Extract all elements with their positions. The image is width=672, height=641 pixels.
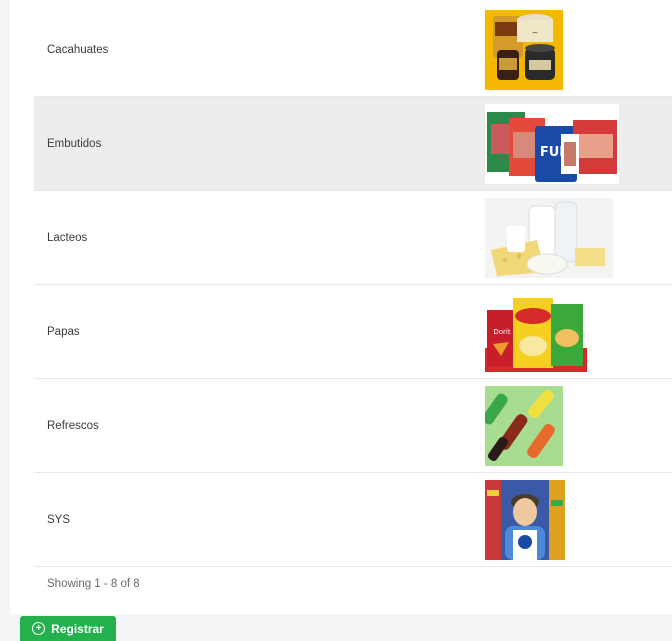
register-button-label: Registrar [51, 621, 104, 636]
category-name: Papas [47, 325, 80, 338]
cold-cuts-product-image: FUD [485, 104, 619, 184]
category-name: Refrescos [47, 419, 99, 432]
category-name: Embutidos [47, 137, 102, 150]
left-rail [0, 0, 10, 641]
svg-text:~: ~ [532, 28, 539, 37]
pagination-status: Showing 1 - 8 of 8 [47, 578, 140, 590]
plus-circle-icon: + [32, 622, 46, 635]
svg-text:Dorit: Dorit [493, 328, 510, 336]
table-row[interactable]: SYS [34, 473, 672, 567]
soda-product-image [485, 386, 563, 466]
table-row[interactable]: Refrescos [34, 379, 672, 473]
table-row[interactable]: Lacteos [34, 191, 672, 285]
category-name: Lacteos [47, 231, 88, 244]
mascot-product-image [485, 480, 565, 560]
chips-product-image: Dorit [485, 292, 587, 372]
register-button[interactable]: + Registrar [20, 616, 116, 641]
category-table: Cacahuates ~ Embutidos FUD Lacteos Papas… [10, 0, 672, 614]
peanuts-product-image: ~ [485, 10, 563, 90]
category-name: SYS [47, 513, 71, 526]
dairy-product-image [485, 198, 613, 278]
table-row[interactable]: Papas Dorit [34, 285, 672, 379]
table-row[interactable]: Cacahuates ~ [34, 3, 672, 97]
table-row[interactable]: Embutidos FUD [34, 97, 672, 191]
category-name: Cacahuates [47, 43, 109, 56]
